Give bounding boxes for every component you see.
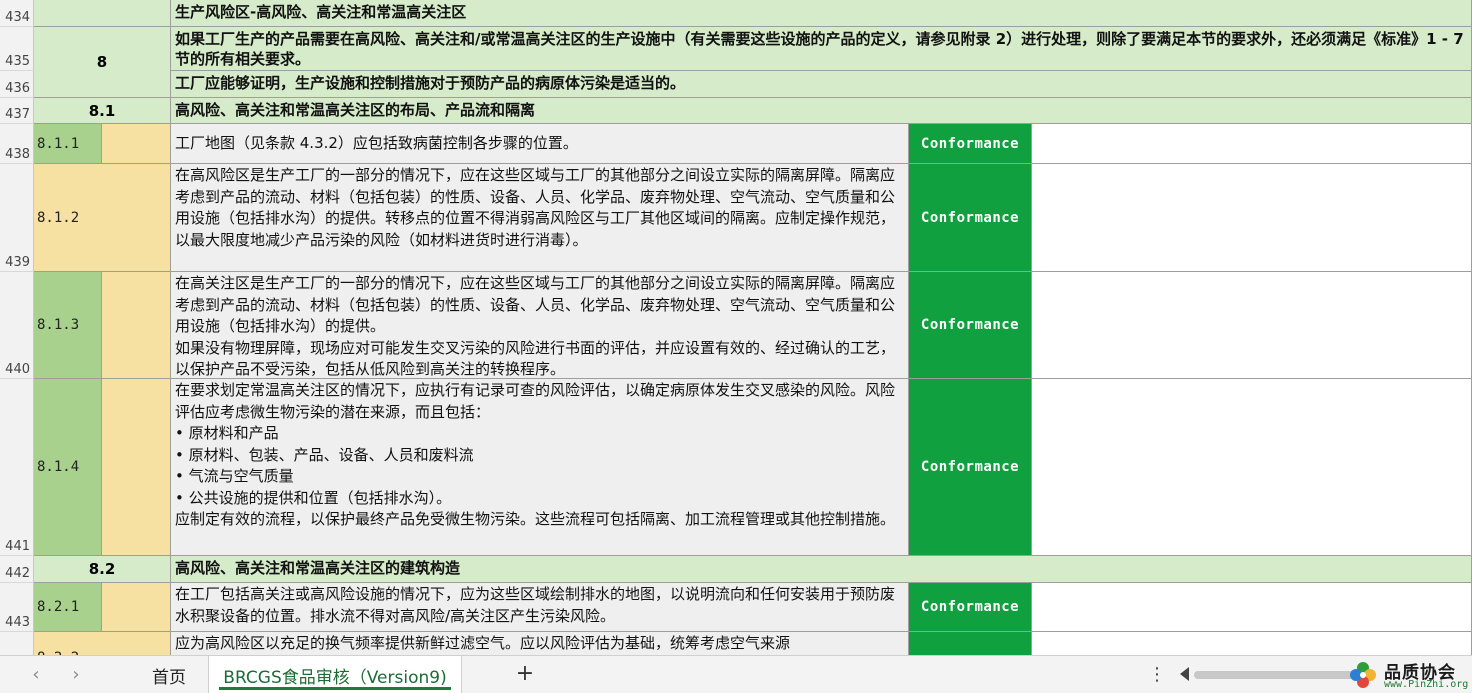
horizontal-scrollbar[interactable]	[1194, 671, 1354, 679]
clause-text[interactable]: 在要求划定常温高关注区的情况下，应执行有记录可查的风险评估，以确定病原体发生交叉…	[171, 379, 909, 556]
row-434: 434 生产风险区-高风险、高关注和常温高关注区	[0, 0, 1472, 27]
tab-brcgs-audit[interactable]: BRCGS食品审核（Version9)	[208, 656, 462, 693]
row-444: 444 8.2.2 应为高风险区以充足的换气频率提供新鲜过滤空气。应以风险评估为…	[0, 632, 1472, 655]
tab-home[interactable]: 首页	[134, 656, 204, 693]
comment-cell[interactable]	[1032, 632, 1472, 655]
row-number[interactable]: 437	[0, 98, 34, 124]
clause-code[interactable]: 8.1.3	[34, 272, 102, 379]
clause-paragraph: 应制定有效的流程，以保护最终产品免受微生物污染。这些流程可包括隔离、加工流程管理…	[175, 510, 896, 528]
row-number[interactable]: 442	[0, 556, 34, 583]
row-436: 436 工厂应能够证明，生产设施和控制措施对于预防产品的病原体污染是适当的。	[0, 71, 1472, 98]
requirement-statement[interactable]: 工厂应能够证明，生产设施和控制措施对于预防产品的病原体污染是适当的。	[171, 71, 1472, 98]
bullet-item: • 原材料、包装、产品、设备、人员和废料流	[175, 445, 474, 464]
comment-cell[interactable]	[1032, 164, 1472, 272]
prev-sheet-button[interactable]: ‹	[26, 664, 46, 685]
section-title[interactable]: 生产风险区-高风险、高关注和常温高关注区	[171, 0, 1472, 27]
row-number[interactable]: 444	[0, 632, 34, 655]
requirement-intro[interactable]: 如果工厂生产的产品需要在高风险、高关注和/或常温高关注区的生产设施中（有关需要这…	[171, 27, 1472, 71]
clause-code[interactable]: 8.2.1	[34, 583, 102, 632]
section-number[interactable]: 8	[34, 27, 171, 98]
clause-code[interactable]: 8.1.4	[34, 379, 102, 556]
conformance-status[interactable]: Conformance	[909, 379, 1032, 556]
tab-label: BRCGS食品审核（Version9)	[223, 667, 447, 688]
row-442: 442 8.2 高风险、高关注和常温高关注区的建筑构造	[0, 556, 1472, 583]
section-cell[interactable]	[34, 0, 171, 27]
row-number[interactable]: 438	[0, 124, 34, 164]
clause-flag[interactable]	[102, 379, 171, 556]
clause-text[interactable]: 工厂地图（见条款 4.3.2）应包括致病菌控制各步骤的位置。	[171, 124, 909, 164]
comment-cell[interactable]	[1032, 124, 1472, 164]
comment-cell[interactable]	[1032, 583, 1472, 632]
conformance-status[interactable]: Conformance	[909, 632, 1032, 655]
clause-code[interactable]: 8.2.2	[34, 632, 171, 655]
row-number[interactable]: 435	[0, 27, 34, 71]
add-sheet-button[interactable]: +	[512, 661, 538, 686]
conformance-status[interactable]: Conformance	[909, 164, 1032, 272]
conformance-status[interactable]: Conformance	[909, 583, 1032, 632]
row-number[interactable]: 436	[0, 71, 34, 98]
scroll-left-icon[interactable]	[1180, 667, 1189, 681]
sheet-tab-bar: ‹ › 首页 BRCGS食品审核（Version9) + ⋮ 品质协会 www.…	[0, 655, 1472, 693]
row-435: 435 如果工厂生产的产品需要在高风险、高关注和/或常温高关注区的生产设施中（有…	[0, 27, 1472, 71]
clause-code[interactable]: 8.1.2	[34, 164, 171, 272]
clause-text[interactable]: 在高风险区是生产工厂的一部分的情况下，应在这些区域与工厂的其他部分之间设立实际的…	[171, 164, 909, 272]
section-title[interactable]: 高风险、高关注和常温高关注区的布局、产品流和隔离	[171, 98, 1472, 124]
row-438: 438 8.1.1 工厂地图（见条款 4.3.2）应包括致病菌控制各步骤的位置。…	[0, 124, 1472, 164]
active-tab-indicator	[219, 687, 451, 690]
clause-flag[interactable]	[102, 272, 171, 379]
bullet-item: • 原材料和产品	[175, 424, 279, 442]
logo-petals-icon	[1350, 662, 1376, 688]
row-441: 441 8.1.4 在要求划定常温高关注区的情况下，应执行有记录可查的风险评估，…	[0, 379, 1472, 556]
row-437: 437 8.1 高风险、高关注和常温高关注区的布局、产品流和隔离	[0, 98, 1472, 124]
next-sheet-button[interactable]: ›	[66, 664, 86, 685]
row-number[interactable]: 441	[0, 379, 34, 556]
clause-code[interactable]: 8.1.1	[34, 124, 102, 164]
row-443: 443 8.2.1 在工厂包括高关注或高风险设施的情况下，应为这些区域绘制排水的…	[0, 583, 1472, 632]
comment-cell[interactable]	[1032, 272, 1472, 379]
section-number[interactable]: 8.1	[34, 98, 171, 124]
logo-url: www.PinZhi.org	[1384, 679, 1469, 690]
clause-text[interactable]: 应为高风险区以充足的换气频率提供新鲜过滤空气。应以风险评估为基础，统筹考虑空气来…	[171, 632, 909, 655]
bullet-item: • 气流与空气质量	[175, 467, 294, 485]
row-number[interactable]: 440	[0, 272, 34, 379]
comment-cell[interactable]	[1032, 379, 1472, 556]
clause-flag[interactable]	[102, 583, 171, 632]
clause-text[interactable]: 在工厂包括高关注或高风险设施的情况下，应为这些区域绘制排水的地图，以说明流向和任…	[171, 583, 909, 632]
row-number[interactable]: 443	[0, 583, 34, 632]
conformance-status[interactable]: Conformance	[909, 124, 1032, 164]
clause-text[interactable]: 在高关注区是生产工厂的一部分的情况下，应在这些区域与工厂的其他部分之间设立实际的…	[171, 272, 909, 379]
row-number[interactable]: 434	[0, 0, 34, 27]
section-number[interactable]: 8.2	[34, 556, 171, 583]
conformance-status[interactable]: Conformance	[909, 272, 1032, 379]
clause-flag[interactable]	[102, 124, 171, 164]
row-number[interactable]: 439	[0, 164, 34, 272]
clause-paragraph: 在要求划定常温高关注区的情况下，应执行有记录可查的风险评估，以确定病原体发生交叉…	[175, 381, 896, 421]
bullet-item: • 公共设施的提供和位置（包括排水沟）。	[175, 488, 452, 507]
pinzhi-logo: 品质协会 www.PinZhi.org	[1348, 658, 1470, 692]
row-440: 440 8.1.3 在高关注区是生产工厂的一部分的情况下，应在这些区域与工厂的其…	[0, 272, 1472, 379]
more-options-icon[interactable]: ⋮	[1148, 664, 1166, 685]
row-439: 439 8.1.2 在高风险区是生产工厂的一部分的情况下，应在这些区域与工厂的其…	[0, 164, 1472, 272]
section-title[interactable]: 高风险、高关注和常温高关注区的建筑构造	[171, 556, 1472, 583]
spreadsheet-grid[interactable]: 434 生产风险区-高风险、高关注和常温高关注区 435 如果工厂生产的产品需要…	[0, 0, 1472, 655]
